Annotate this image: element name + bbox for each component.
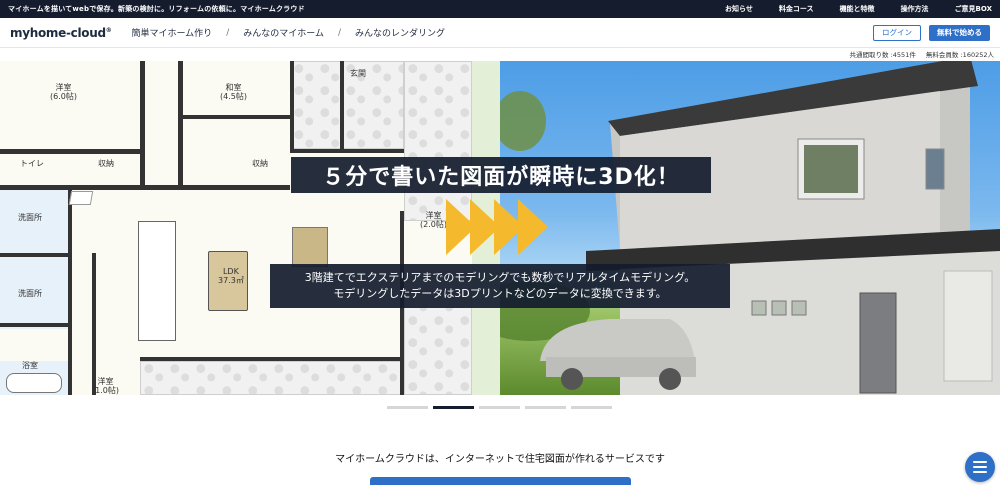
nav-links: 簡単マイホーム作り / みんなのマイホーム / みんなのレンダリング bbox=[131, 26, 445, 40]
stone-paving bbox=[140, 361, 404, 395]
top-link-news[interactable]: お知らせ bbox=[725, 4, 753, 14]
nav-separator: / bbox=[337, 27, 342, 38]
room-label: 洋室 (6.0帖) bbox=[50, 83, 77, 102]
render-3d-image bbox=[500, 61, 1000, 395]
nav-separator: / bbox=[226, 27, 230, 38]
room-label: 洗面所 bbox=[18, 213, 42, 222]
room-label: 浴室 bbox=[22, 361, 38, 370]
hero-headline: ５分で書いた図面が瞬時に3D化！ bbox=[291, 157, 711, 193]
nav-actions: ログイン 無料で始める bbox=[873, 24, 990, 41]
room-label: 和室 (4.5帖) bbox=[220, 83, 247, 102]
floor-plan-image: 洋室 (6.0帖) 和室 (4.5帖) 玄関 トイレ 収納 収納 洗面所 洗面所 洋… bbox=[0, 61, 500, 395]
hero-description-line1: 3階建てでエクステリアまでのモデリングでも数秒でリアルタイムモデリング。 bbox=[304, 271, 696, 285]
menu-icon bbox=[973, 461, 987, 463]
login-button[interactable]: ログイン bbox=[873, 24, 921, 41]
room-label: LDK 37.3㎡ bbox=[218, 267, 244, 286]
menu-icon bbox=[973, 471, 987, 473]
top-bar: マイホームを描いてwebで保存。新築の検討に。リフォームの依頼に。マイホームクラ… bbox=[0, 0, 1000, 18]
room-label: 洋室 (2.0帖) bbox=[420, 211, 447, 230]
hero-description: 3階建てでエクステリアまでのモデリングでも数秒でリアルタイムモデリング。 モデリ… bbox=[270, 264, 730, 308]
carousel-dot[interactable] bbox=[479, 406, 520, 409]
logo[interactable]: myhome-cloud® bbox=[10, 26, 112, 40]
carousel-dot[interactable] bbox=[387, 406, 428, 409]
door-marker bbox=[68, 191, 94, 205]
room-label: トイレ bbox=[20, 159, 44, 168]
carousel-dot[interactable] bbox=[571, 406, 612, 409]
carousel-indicators bbox=[387, 406, 612, 409]
start-free-button[interactable]: 無料で始める bbox=[929, 24, 990, 41]
tagline: マイホームを描いてwebで保存。新築の検討に。リフォームの依頼に。マイホームクラ… bbox=[8, 5, 305, 13]
intro-text: マイホームクラウドは、インターネットで住宅図面が作れるサービスです bbox=[335, 454, 665, 465]
cta-button[interactable] bbox=[370, 477, 631, 485]
menu-button[interactable] bbox=[965, 452, 995, 482]
nav-link-everyone-rendering[interactable]: みんなのレンダリング bbox=[355, 26, 445, 39]
room-label: 洗面所 bbox=[18, 289, 42, 298]
menu-icon bbox=[973, 466, 987, 468]
top-link-howto[interactable]: 操作方法 bbox=[901, 4, 929, 14]
top-links: お知らせ 料金コース 機能と特徴 操作方法 ご意見BOX bbox=[699, 4, 992, 14]
arrow-icon bbox=[446, 199, 548, 255]
carousel-dot-active[interactable] bbox=[433, 406, 474, 409]
kitchen-counter bbox=[138, 221, 176, 341]
house-render bbox=[500, 61, 1000, 395]
carousel-dot[interactable] bbox=[525, 406, 566, 409]
top-link-pricing[interactable]: 料金コース bbox=[779, 4, 814, 14]
bathtub bbox=[6, 373, 62, 393]
nav-link-easy-home[interactable]: 簡単マイホーム作り bbox=[131, 26, 212, 39]
nav-link-everyone-home[interactable]: みんなのマイホーム bbox=[243, 26, 324, 39]
washroom-floor bbox=[0, 189, 68, 329]
room-label: 収納 bbox=[252, 159, 268, 168]
floorplan-count: 共通間取り数 :4551件 bbox=[849, 51, 916, 59]
member-count: 無料会員数 :160252人 bbox=[925, 51, 994, 59]
main-nav: myhome-cloud® 簡単マイホーム作り / みんなのマイホーム / みん… bbox=[0, 18, 1000, 48]
room-label: 玄関 bbox=[350, 69, 366, 78]
stats: 共通間取り数 :4551件 無料会員数 :160252人 bbox=[842, 49, 994, 59]
room-label: 収納 bbox=[98, 159, 114, 168]
stone-paving bbox=[290, 61, 404, 149]
sofa bbox=[292, 227, 328, 267]
room-label: 洋室 (1.0帖) bbox=[92, 377, 119, 395]
hero-description-line2: モデリングしたデータは3Dプリントなどのデータに変換できます。 bbox=[333, 287, 667, 300]
top-link-features[interactable]: 機能と特徴 bbox=[840, 4, 875, 14]
top-link-feedback[interactable]: ご意見BOX bbox=[955, 4, 992, 14]
hero-slider[interactable]: 洋室 (6.0帖) 和室 (4.5帖) 玄関 トイレ 収納 収納 洗面所 洗面所 洋… bbox=[0, 61, 1000, 395]
